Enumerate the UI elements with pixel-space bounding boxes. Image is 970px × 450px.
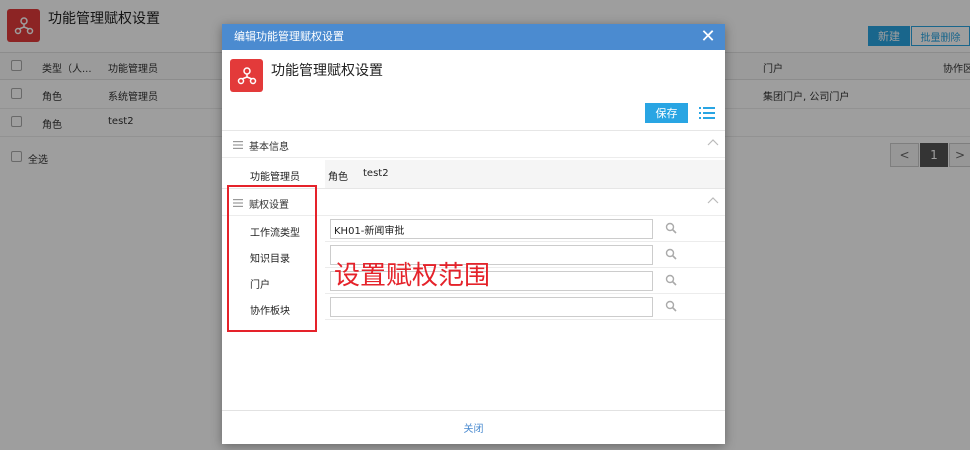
manager-value-cell: 角色 test2	[325, 160, 725, 188]
chevron-up-icon[interactable]	[707, 138, 719, 148]
collab-board-input[interactable]	[330, 297, 653, 317]
dialog-footer: 关闭	[222, 410, 725, 444]
dialog-titlebar: 编辑功能管理赋权设置 ✕	[222, 24, 725, 50]
dialog-window-title: 编辑功能管理赋权设置	[234, 30, 344, 43]
manager-label: 功能管理员	[250, 172, 300, 183]
app-logo-icon	[230, 59, 263, 92]
manager-value: test2	[363, 168, 389, 179]
search-icon[interactable]	[665, 222, 677, 234]
manager-row: 功能管理员	[222, 160, 325, 188]
workflow-type-input[interactable]	[330, 219, 653, 239]
close-link[interactable]: 关闭	[464, 420, 484, 435]
close-icon[interactable]: ✕	[697, 26, 719, 48]
edit-dialog: 编辑功能管理赋权设置 ✕ 功能管理赋权设置 保存 基本信息 功能管理员 角色 t…	[222, 24, 725, 444]
save-button[interactable]: 保存	[645, 103, 688, 123]
chevron-up-icon[interactable]	[707, 196, 719, 206]
highlight-box	[227, 185, 317, 332]
list-icon[interactable]	[699, 106, 715, 120]
row-divider	[325, 319, 725, 320]
search-icon[interactable]	[665, 274, 677, 286]
hamburger-icon	[233, 141, 243, 149]
manager-type: 角色	[328, 172, 348, 183]
dialog-heading: 功能管理赋权设置	[271, 63, 383, 79]
search-icon[interactable]	[665, 248, 677, 260]
annotation-text: 设置赋权范围	[334, 261, 491, 291]
search-icon[interactable]	[665, 300, 677, 312]
dialog-body: 功能管理赋权设置 保存 基本信息 功能管理员 角色 test2 赋权设置 工作流…	[222, 50, 725, 395]
section-basic-info-label: 基本信息	[249, 142, 289, 153]
section-basic-info[interactable]: 基本信息	[222, 130, 725, 158]
